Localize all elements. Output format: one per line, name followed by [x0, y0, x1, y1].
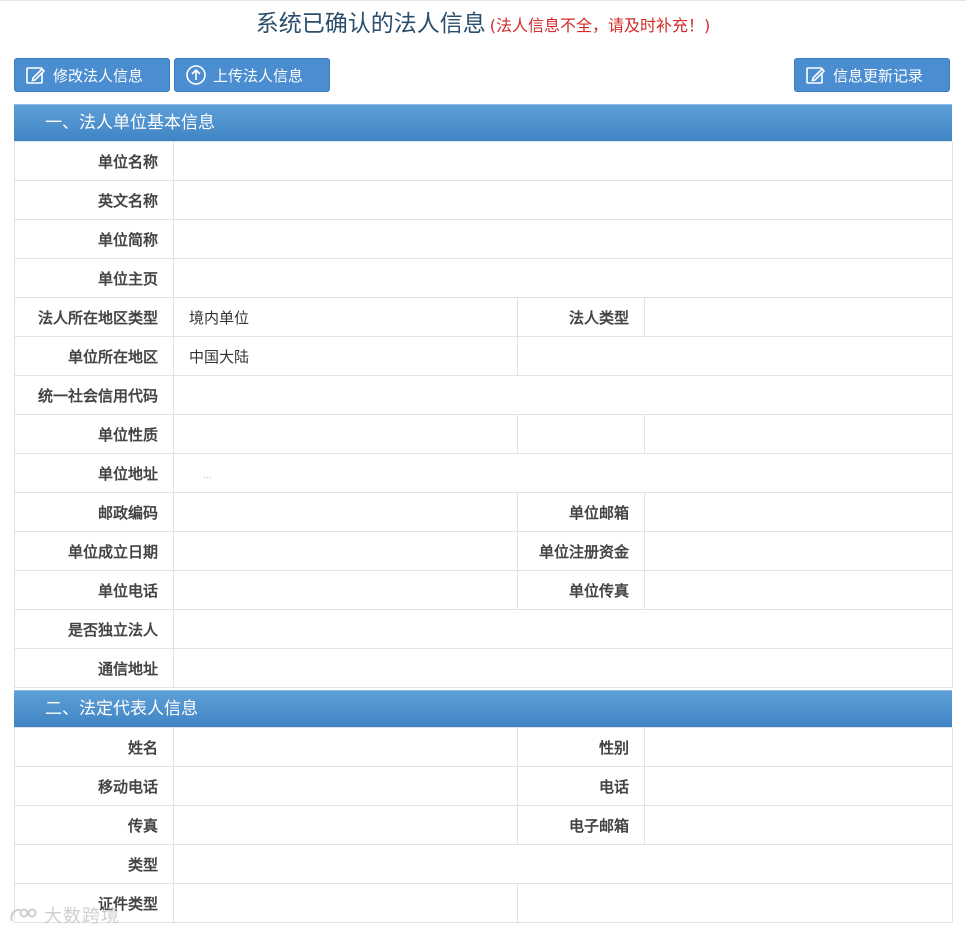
basic-info-table: 单位名称 英文名称 单位简称 单位主页 法人所在地区类型 境内单位 法人类型 单位所… [14, 141, 954, 688]
table-row: 法人所在地区类型 境内单位 法人类型 [14, 297, 954, 337]
field-label: 单位名称 [14, 141, 174, 181]
page-header: 系统已确认的法人信息 (法人信息不全，请及时补充！) [0, 0, 966, 49]
update-history-button[interactable]: 信息更新记录 [794, 58, 950, 92]
table-row: 证件类型 [14, 883, 953, 923]
capital-value [643, 531, 954, 571]
unit-name-value [172, 141, 954, 181]
region-type-value: 境内单位 [173, 297, 518, 337]
field-label: 类型 [14, 844, 174, 884]
address-placeholder: ... [203, 471, 212, 481]
table-row: 单位性质 [14, 414, 954, 454]
field-label: 单位简称 [14, 219, 174, 259]
field-label: 单位电话 [14, 570, 174, 610]
watermark: 大数跨境 [8, 902, 120, 928]
field-label: 法人所在地区类型 [14, 297, 174, 337]
field-label: 单位所在地区 [14, 336, 174, 376]
field-label: 单位传真 [517, 570, 645, 610]
watermark-text: 大数跨境 [44, 906, 120, 927]
section-title: 二、法定代表人信息 [14, 690, 952, 727]
table-row: 邮政编码 单位邮箱 [14, 492, 954, 532]
table-row: 单位主页 [14, 258, 954, 298]
representative-table: 姓名 性别 移动电话 电话 传真 电子邮箱 类型 证件类型 [14, 727, 953, 923]
edit-legal-info-button[interactable]: 修改法人信息 [14, 58, 170, 92]
watermark-logo-icon [10, 908, 37, 922]
rep-gender-value [644, 727, 953, 767]
field-label: 移动电话 [14, 766, 174, 806]
short-name-value [172, 219, 954, 259]
edit-legal-info-label: 修改法人信息 [53, 66, 144, 85]
section-title: 一、法人单位基本信息 [14, 104, 952, 141]
nature-value [173, 414, 518, 454]
homepage-value [172, 258, 954, 298]
postcode-value [173, 492, 518, 532]
phone-value [173, 570, 518, 610]
table-row: 单位名称 [14, 141, 954, 181]
table-row: 传真 电子邮箱 [14, 805, 953, 845]
empty-cell [643, 414, 954, 454]
address-value: ... [172, 453, 954, 493]
rep-phone-value [644, 766, 953, 806]
upload-legal-info-button[interactable]: 上传法人信息 [174, 58, 330, 92]
rep-email-value [644, 805, 953, 845]
table-row: 类型 [14, 844, 953, 884]
field-label: 单位性质 [14, 414, 174, 454]
independent-value [172, 609, 954, 649]
page-title: 系统已确认的法人信息 [255, 11, 486, 37]
upload-legal-info-label: 上传法人信息 [213, 66, 304, 85]
table-row: 姓名 性别 [14, 727, 953, 767]
field-label: 电话 [517, 766, 645, 806]
empty-label [517, 414, 645, 454]
table-row: 移动电话 电话 [14, 766, 953, 806]
field-label: 单位地址 [14, 453, 174, 493]
table-row: 通信地址 [14, 648, 954, 688]
mail-address-value [172, 648, 954, 688]
table-row: 单位所在地区 中国大陆 [14, 336, 954, 376]
table-row: 统一社会信用代码 [14, 375, 954, 415]
legal-type-value [643, 297, 954, 337]
field-label: 性别 [517, 727, 645, 767]
table-row: 单位成立日期 单位注册资金 [14, 531, 954, 571]
edit-icon [25, 64, 47, 86]
table-row: 单位地址... [14, 453, 954, 493]
email-value [643, 492, 954, 532]
rep-id-type-value [173, 883, 518, 923]
field-label: 姓名 [14, 727, 174, 767]
edit-icon [805, 64, 827, 86]
field-label: 通信地址 [14, 648, 174, 688]
en-name-value [172, 180, 954, 220]
incomplete-notice: (法人信息不全，请及时补充！) [489, 16, 711, 35]
update-history-label: 信息更新记录 [833, 66, 924, 85]
field-label: 单位成立日期 [14, 531, 174, 571]
field-label: 传真 [14, 805, 174, 845]
section-basic-info: 一、法人单位基本信息 单位名称 英文名称 单位简称 单位主页 法人所在地区类型境… [14, 104, 954, 688]
field-label: 英文名称 [14, 180, 174, 220]
field-label: 单位主页 [14, 258, 174, 298]
table-row: 单位简称 [14, 219, 954, 259]
rep-name-value [173, 727, 518, 767]
section-legal-representative: 二、法定代表人信息 姓名 性别 移动电话 电话 传真 电子邮箱 类型 证件类型 [14, 690, 953, 923]
rep-mobile-value [173, 766, 518, 806]
field-label: 邮政编码 [14, 492, 174, 532]
region-value: 中国大陆 [173, 336, 518, 376]
rep-fax-value [173, 805, 518, 845]
field-label: 是否独立法人 [14, 609, 174, 649]
field-label: 电子邮箱 [517, 805, 645, 845]
table-row: 是否独立法人 [14, 609, 954, 649]
upload-icon [185, 64, 207, 86]
field-label: 单位注册资金 [517, 531, 645, 571]
field-label: 统一社会信用代码 [14, 375, 174, 415]
table-row: 单位电话 单位传真 [14, 570, 954, 610]
table-row: 英文名称 [14, 180, 954, 220]
founded-value [173, 531, 518, 571]
empty-cell [516, 336, 954, 376]
empty-cell [517, 883, 953, 923]
field-label: 单位邮箱 [517, 492, 645, 532]
rep-type-value [173, 844, 953, 884]
fax-value [643, 570, 954, 610]
field-label: 法人类型 [517, 297, 645, 337]
credit-code-value [172, 375, 954, 415]
